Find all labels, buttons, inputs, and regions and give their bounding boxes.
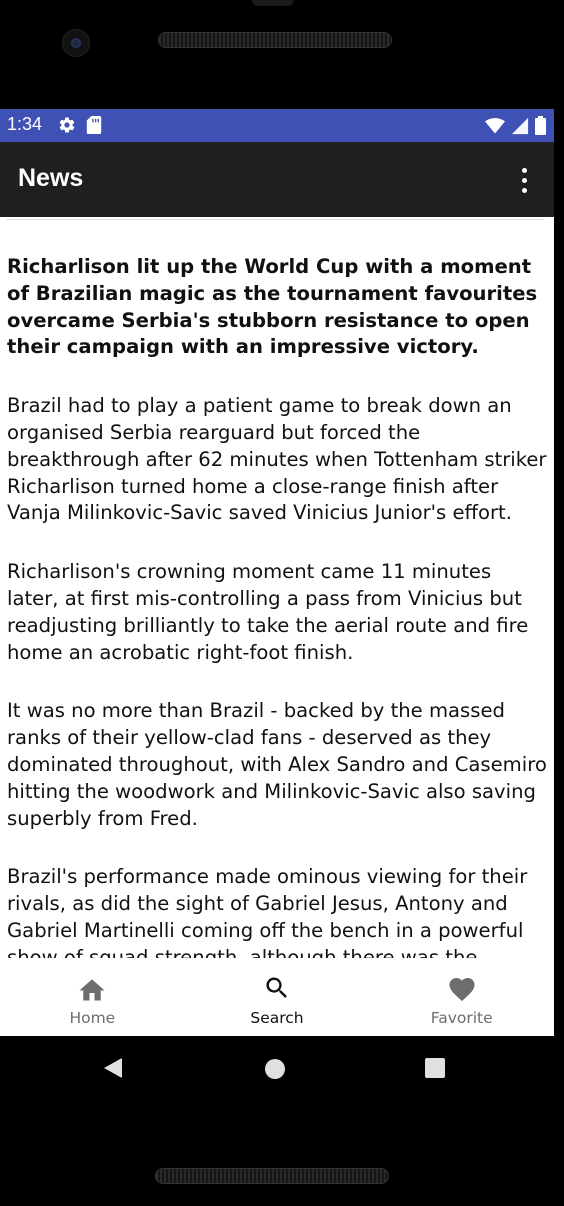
article-paragraph: Brazil had to play a patient game to bre…	[7, 394, 547, 525]
article-scroll-area[interactable]: Richarlison lit up the World Cup with a …	[0, 220, 554, 958]
article-lead: Richarlison lit up the World Cup with a …	[7, 255, 538, 359]
phone-screen: 1:34 News Richarlison lit up the World C…	[0, 109, 554, 1036]
nav-label-home: Home	[69, 1009, 116, 1027]
back-icon[interactable]	[101, 1056, 125, 1084]
heart-icon	[447, 974, 477, 1006]
article-paragraph: Brazil's performance made ominous viewin…	[7, 865, 528, 958]
earpiece-speaker	[158, 32, 392, 48]
nav-label-favorite: Favorite	[430, 1009, 493, 1027]
article-paragraph: It was no more than Brazil - backed by t…	[7, 699, 547, 830]
cell-signal-icon	[511, 117, 529, 139]
home-icon	[77, 974, 107, 1006]
recents-square-icon[interactable]	[425, 1058, 445, 1082]
nav-item-home[interactable]: Home	[0, 958, 185, 1036]
battery-icon	[535, 116, 546, 139]
gear-icon	[58, 116, 76, 138]
wifi-icon	[485, 117, 505, 139]
article-paragraph: Richarlison's crowning moment came 11 mi…	[7, 560, 529, 664]
app-title: News	[18, 164, 84, 192]
device-notch	[252, 0, 294, 6]
bottom-navigation: Home Search Favorite	[0, 958, 554, 1036]
sd-card-icon	[86, 116, 102, 138]
system-navigation-bar	[0, 1036, 564, 1100]
nav-label-search: Search	[250, 1009, 304, 1027]
front-camera	[62, 29, 90, 57]
app-bar: News	[0, 142, 554, 217]
article-body: Richarlison lit up the World Cup with a …	[7, 254, 547, 958]
home-circle-icon[interactable]	[264, 1058, 286, 1084]
search-icon	[262, 974, 292, 1006]
status-time: 1:34	[7, 114, 43, 134]
nav-item-search[interactable]: Search	[185, 958, 370, 1036]
nav-item-favorite[interactable]: Favorite	[369, 958, 554, 1036]
more-vert-icon[interactable]	[512, 165, 536, 195]
bottom-speaker	[155, 1168, 389, 1184]
status-bar: 1:34	[0, 109, 554, 142]
